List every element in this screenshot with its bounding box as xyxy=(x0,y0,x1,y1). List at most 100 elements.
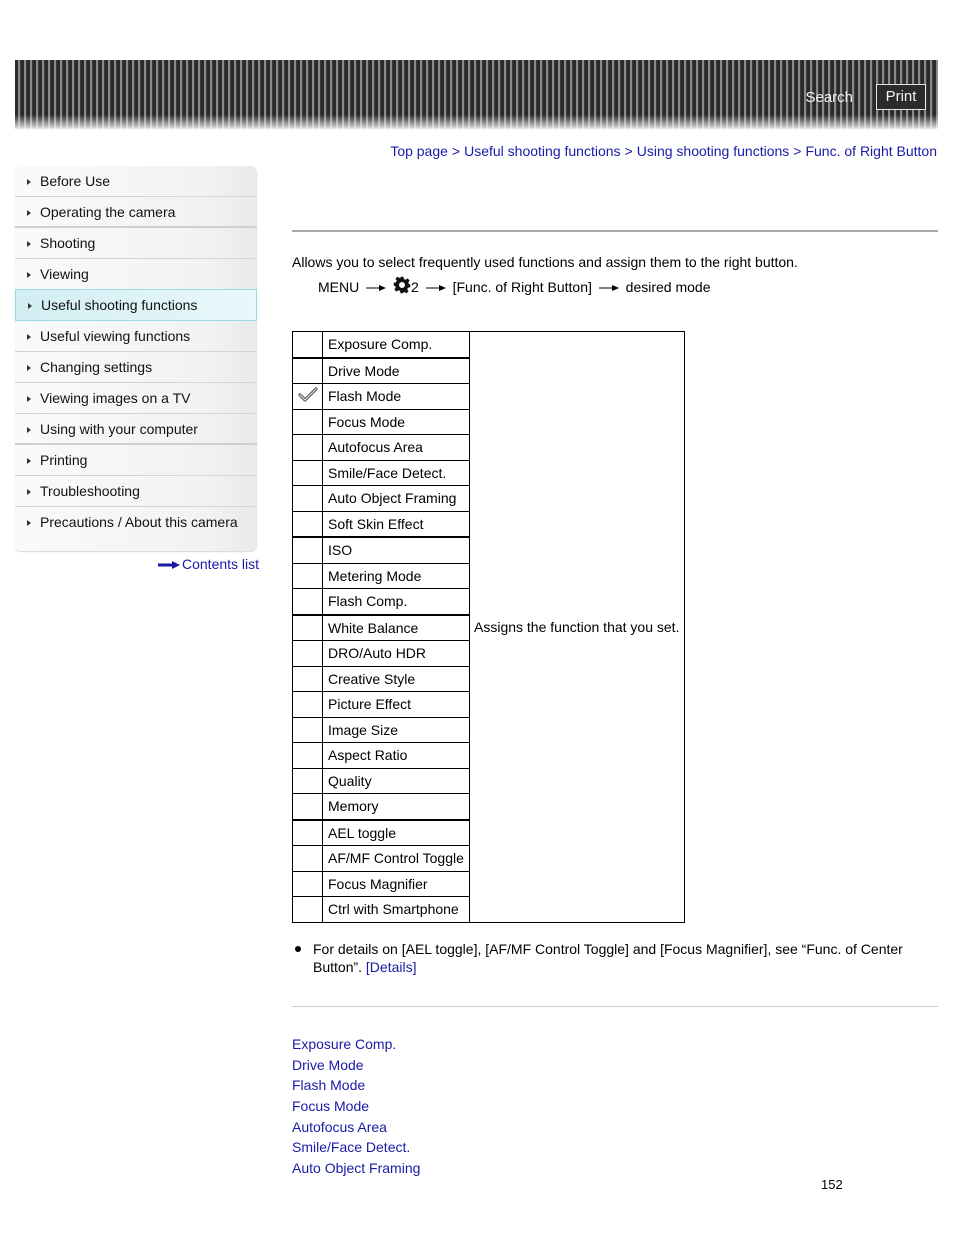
sidebar-item-useful-viewing-functions[interactable]: Useful viewing functions xyxy=(15,321,257,352)
check-cell xyxy=(292,665,323,692)
breadcrumb: Top page > Useful shooting functions > Using… xyxy=(390,143,937,159)
breadcrumb-top-page[interactable]: Top page xyxy=(390,143,448,159)
sidebar-item-label: Before Use xyxy=(40,173,111,189)
sidebar-item-printing[interactable]: Printing xyxy=(15,445,257,476)
function-name: Quality xyxy=(322,767,470,794)
check-cell xyxy=(292,767,323,794)
menu-target-label: desired mode xyxy=(625,279,711,295)
related-link-autofocus-area[interactable]: Autofocus Area xyxy=(292,1119,420,1140)
sidebar-item-label: Troubleshooting xyxy=(40,483,140,499)
triangle-right-icon xyxy=(28,303,32,309)
breadcrumb-func-of-right-button[interactable]: Func. of Right Button xyxy=(805,143,937,159)
check-cell xyxy=(292,588,323,615)
function-name: Flash Mode xyxy=(322,383,470,410)
check-cell xyxy=(292,640,323,667)
sidebar-item-viewing[interactable]: Viewing xyxy=(15,259,257,290)
function-name: AEL toggle xyxy=(322,818,470,846)
table-row: Exposure Comp. Assigns the function that … xyxy=(292,331,685,923)
menu-label: MENU xyxy=(318,279,360,295)
divider xyxy=(292,230,938,232)
breadcrumb-useful-shooting-functions[interactable]: Useful shooting functions xyxy=(464,143,620,159)
menu-item-label: [Func. of Right Button] xyxy=(452,279,592,295)
arrow-right-icon xyxy=(366,285,387,292)
sidebar-item-label: Useful shooting functions xyxy=(41,297,198,313)
search-button[interactable]: Search xyxy=(805,89,853,106)
function-name: Autofocus Area xyxy=(322,434,470,461)
check-cell xyxy=(292,896,323,923)
breadcrumb-separator: > xyxy=(793,143,802,159)
related-links: Exposure Comp. Drive Mode Flash Mode Foc… xyxy=(292,1036,420,1181)
sidebar-item-label: Precautions / About this camera xyxy=(40,514,238,530)
function-name: Aspect Ratio xyxy=(322,742,470,769)
related-link-flash-mode[interactable]: Flash Mode xyxy=(292,1077,420,1098)
check-cell xyxy=(292,536,323,564)
contents-list-label: Contents list xyxy=(182,556,260,572)
check-cell xyxy=(292,562,323,589)
triangle-right-icon xyxy=(27,520,31,526)
breadcrumb-separator: > xyxy=(624,143,633,159)
settings-tab-number: 2 xyxy=(411,279,419,295)
check-cell xyxy=(292,383,323,410)
related-link-exposure-comp[interactable]: Exposure Comp. xyxy=(292,1036,420,1057)
function-name: ISO xyxy=(322,536,470,564)
details-link[interactable]: [Details] xyxy=(366,959,417,975)
triangle-right-icon xyxy=(27,334,31,340)
triangle-right-icon xyxy=(27,396,31,402)
breadcrumb-separator: > xyxy=(451,143,461,159)
sidebar-item-useful-shooting-functions[interactable]: Useful shooting functions xyxy=(15,289,257,321)
related-link-auto-object-framing[interactable]: Auto Object Framing xyxy=(292,1160,420,1181)
check-cell xyxy=(292,742,323,769)
check-cell xyxy=(292,331,323,358)
function-name: AF/MF Control Toggle xyxy=(322,845,470,872)
sidebar-item-precautions[interactable]: Precautions / About this camera xyxy=(15,507,257,537)
triangle-right-icon xyxy=(27,241,31,247)
check-cell xyxy=(292,870,323,897)
arrow-right-icon xyxy=(158,561,180,570)
sidebar-item-before-use[interactable]: Before Use xyxy=(15,166,257,197)
triangle-right-icon xyxy=(27,458,31,464)
check-cell xyxy=(292,434,323,461)
function-name: Soft Skin Effect xyxy=(322,510,470,538)
function-name: Exposure Comp. xyxy=(322,331,470,358)
function-description: Assigns the function that you set. xyxy=(469,331,685,923)
check-cell xyxy=(292,510,323,538)
sidebar-item-label: Printing xyxy=(40,452,88,468)
divider xyxy=(292,1006,938,1007)
related-link-focus-mode[interactable]: Focus Mode xyxy=(292,1098,420,1119)
breadcrumb-using-shooting-functions[interactable]: Using shooting functions xyxy=(637,143,790,159)
check-cell xyxy=(292,613,323,641)
sidebar-item-label: Viewing xyxy=(40,266,89,282)
sidebar-item-viewing-images-on-a-tv[interactable]: Viewing images on a TV xyxy=(15,383,257,414)
related-link-smile-face-detect[interactable]: Smile/Face Detect. xyxy=(292,1139,420,1160)
function-name: DRO/Auto HDR xyxy=(322,640,470,667)
gear-icon xyxy=(393,276,411,294)
checkmark-icon xyxy=(297,387,318,402)
function-table: Exposure Comp. Assigns the function that … xyxy=(292,331,685,923)
sidebar-item-label: Operating the camera xyxy=(40,204,176,220)
page-number: 152 xyxy=(821,1177,843,1192)
function-name: Focus Magnifier xyxy=(322,870,470,897)
triangle-right-icon xyxy=(27,427,31,433)
triangle-right-icon xyxy=(27,489,31,495)
check-cell xyxy=(292,356,323,384)
related-link-drive-mode[interactable]: Drive Mode xyxy=(292,1057,420,1078)
sidebar-item-troubleshooting[interactable]: Troubleshooting xyxy=(15,476,257,507)
function-name: Picture Effect xyxy=(322,691,470,718)
check-cell xyxy=(292,691,323,718)
print-button[interactable]: Print xyxy=(876,84,926,110)
menu-path: MENU 2 [Func. of Right Button] desired m… xyxy=(318,276,711,295)
sidebar-item-label: Shooting xyxy=(40,235,96,251)
sidebar-nav: Before Use Operating the camera Shooting… xyxy=(15,166,257,551)
triangle-right-icon xyxy=(27,210,31,216)
sidebar-item-using-with-your-computer[interactable]: Using with your computer xyxy=(15,414,257,445)
check-cell xyxy=(292,818,323,846)
sidebar-item-shooting[interactable]: Shooting xyxy=(15,228,257,259)
check-cell xyxy=(292,459,323,486)
sidebar-item-changing-settings[interactable]: Changing settings xyxy=(15,352,257,383)
arrow-right-icon xyxy=(425,285,446,292)
note-text: For details on [AEL toggle], [AF/MF Cont… xyxy=(313,940,935,976)
triangle-right-icon xyxy=(27,179,31,185)
header-bar: Search Print xyxy=(15,60,938,130)
contents-list-link[interactable]: Contents list xyxy=(158,556,259,572)
sidebar-item-operating-the-camera[interactable]: Operating the camera xyxy=(15,197,257,228)
